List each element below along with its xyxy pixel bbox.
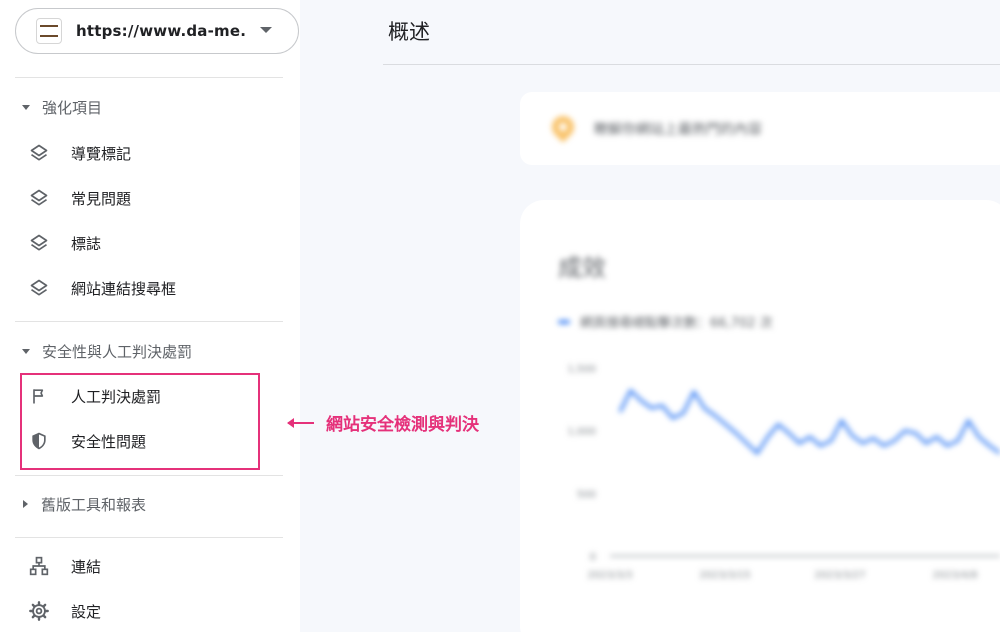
section-label: 強化項目 — [42, 98, 103, 117]
performance-chart: 1,500 1,000 500 0 2023/3/3 2023/3/15 2023/3/27… — [567, 364, 1000, 581]
property-selector[interactable]: https://www.da-me... — [15, 8, 299, 54]
x-tick-label: 2023/3/3 — [588, 570, 633, 581]
sidebar: https://www.da-me... 強化項目 導覽標記 常見問題 標誌 網… — [0, 0, 300, 632]
y-tick-label: 1,500 — [567, 364, 596, 375]
layers-icon — [28, 142, 50, 164]
sidebar-item-breadcrumbs[interactable]: 導覽標記 — [28, 138, 131, 168]
section-label: 安全性與人工判決處罰 — [42, 342, 193, 361]
collapse-arrow-icon — [22, 104, 30, 110]
x-tick-label: 2023/3/27 — [814, 570, 865, 581]
series-line — [618, 389, 1000, 455]
legend-swatch — [558, 319, 570, 324]
sidebar-item-label: 標誌 — [71, 234, 102, 253]
collapse-arrow-icon — [22, 348, 30, 354]
performance-card[interactable]: 成效 網頁搜尋總點擊次數：66,702 次 1,500 1,000 500 0 2023… — [520, 200, 1000, 632]
layers-icon — [28, 277, 50, 299]
sidebar-divider — [15, 537, 283, 538]
sidebar-divider — [15, 321, 283, 322]
x-tick-label: 2023/3/15 — [699, 570, 750, 581]
layers-icon — [28, 232, 50, 254]
sidebar-divider — [15, 475, 283, 476]
performance-title: 成效 — [558, 254, 606, 282]
page-title: 概述 — [388, 20, 430, 44]
x-tick-label: 2023/4/8 — [933, 570, 978, 581]
sidebar-item-label: 導覽標記 — [71, 144, 132, 163]
sidebar-item-faq[interactable]: 常見問題 — [28, 183, 131, 213]
sidebar-item-logo[interactable]: 標誌 — [28, 228, 101, 258]
sidebar-item-label: 網站連結搜尋框 — [71, 279, 177, 298]
sidebar-item-label: 連結 — [71, 557, 102, 576]
sidebar-divider — [15, 77, 283, 78]
highlight-box — [20, 373, 260, 470]
site-favicon-icon — [36, 18, 62, 44]
legend-label: 網頁搜尋總點擊次數：66,702 次 — [580, 316, 773, 331]
sidebar-item-links[interactable]: 連結 — [28, 551, 101, 581]
header-divider — [383, 64, 1000, 65]
annotation-text: 網站安全檢測與判決 — [326, 415, 479, 435]
arrow-left-icon — [287, 417, 314, 428]
location-pin-icon — [547, 111, 579, 143]
sidebar-item-sitelinks-searchbox[interactable]: 網站連結搜尋框 — [28, 273, 176, 303]
annotation-callout: 網站安全檢測與判決 — [287, 410, 479, 435]
section-label: 舊版工具和報表 — [41, 495, 147, 514]
dropdown-caret-icon — [260, 27, 272, 33]
insight-card[interactable]: 瞭解你網站上最熱門的內容 — [520, 92, 1000, 165]
sidebar-item-label: 常見問題 — [71, 189, 132, 208]
section-toggle-security[interactable]: 安全性與人工判決處罰 — [22, 339, 192, 363]
y-tick-label: 1,000 — [567, 427, 596, 438]
y-tick-label: 500 — [577, 489, 596, 500]
section-toggle-enhancements[interactable]: 強化項目 — [22, 95, 102, 119]
expand-arrow-icon — [23, 500, 28, 508]
sidebar-item-settings[interactable]: 設定 — [28, 596, 101, 626]
y-tick-label: 0 — [590, 552, 596, 563]
chart-legend: 網頁搜尋總點擊次數：66,702 次 — [558, 312, 773, 331]
sidebar-item-label: 設定 — [71, 602, 102, 621]
insight-text: 瞭解你網站上最熱門的內容 — [594, 122, 762, 138]
layers-icon — [28, 187, 50, 209]
gear-icon — [28, 600, 50, 622]
sitemap-icon — [28, 555, 50, 577]
property-url: https://www.da-me... — [76, 22, 246, 40]
section-toggle-legacy-tools[interactable]: 舊版工具和報表 — [22, 492, 146, 516]
